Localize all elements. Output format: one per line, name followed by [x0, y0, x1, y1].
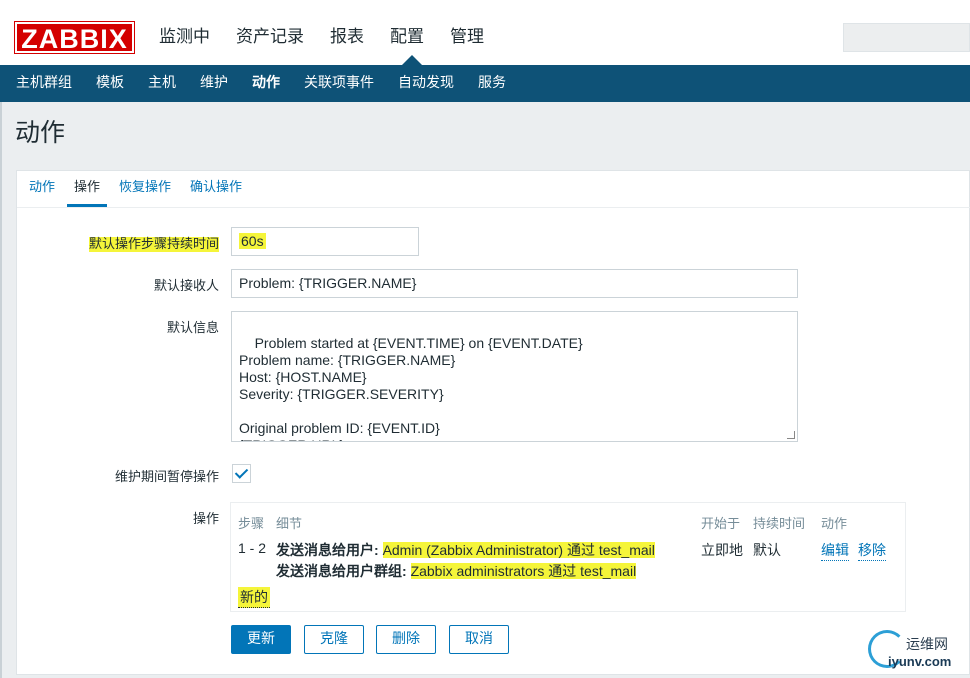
- row-detail-user: 发送消息给用户: Admin (Zabbix Administrator) 通过…: [276, 542, 655, 558]
- subnav-discovery[interactable]: 自动发现: [386, 65, 466, 102]
- active-menu-indicator: [402, 55, 422, 65]
- page-title: 动作: [15, 118, 66, 147]
- col-action: 动作: [821, 517, 848, 532]
- pause-checkbox[interactable]: [232, 464, 251, 483]
- row-duration: 默认: [753, 542, 781, 558]
- tab-operations[interactable]: 操作: [67, 171, 108, 207]
- zabbix-logo[interactable]: ZABBIX: [14, 21, 135, 54]
- row-steps: 1 - 2: [238, 540, 267, 556]
- pause-label: 维护期间暂停操作: [114, 470, 219, 485]
- subnav-actions[interactable]: 动作: [240, 65, 292, 102]
- menu-inventory[interactable]: 资产记录: [223, 25, 317, 49]
- main-menu: 监测中 资产记录 报表 配置 管理: [146, 25, 497, 49]
- menu-configuration[interactable]: 配置: [377, 25, 437, 49]
- menu-reports[interactable]: 报表: [317, 25, 377, 49]
- clone-button[interactable]: 克隆: [304, 625, 364, 654]
- operations-table: 步骤 细节 开始于 持续时间 动作 1 - 2 发送消息给用户: Admin (…: [230, 502, 906, 612]
- subject-input[interactable]: Problem: {TRIGGER.NAME}: [231, 269, 798, 298]
- tab-recovery-operations[interactable]: 恢复操作: [112, 171, 178, 207]
- col-start-in: 开始于: [701, 517, 741, 532]
- delete-button[interactable]: 删除: [376, 625, 436, 654]
- row-start-in: 立即地: [701, 542, 743, 558]
- subject-label: 默认接收人: [153, 279, 219, 294]
- menu-administration[interactable]: 管理: [437, 25, 497, 49]
- form-tabs: 动作 操作 恢复操作 确认操作: [17, 171, 970, 208]
- update-button[interactable]: 更新: [231, 625, 291, 654]
- tab-acknowledge-operations[interactable]: 确认操作: [183, 171, 249, 207]
- subnav-hosts[interactable]: 主机: [136, 65, 188, 102]
- step-duration-label: 默认操作步骤持续时间: [88, 237, 219, 252]
- operations-label: 操作: [192, 512, 219, 527]
- col-steps: 步骤: [238, 517, 265, 532]
- watermark: 运维网 iyunv.com: [862, 628, 970, 678]
- edit-operation-link[interactable]: 编辑: [821, 540, 849, 561]
- subnav-services[interactable]: 服务: [466, 65, 518, 102]
- subnav-correlation[interactable]: 关联项事件: [292, 65, 386, 102]
- new-operation-link[interactable]: 新的: [238, 587, 270, 608]
- tab-action[interactable]: 动作: [22, 171, 62, 207]
- top-header: ZABBIX 监测中 资产记录 报表 配置 管理: [0, 0, 970, 65]
- menu-monitoring[interactable]: 监测中: [146, 25, 223, 49]
- cancel-button[interactable]: 取消: [449, 625, 509, 654]
- action-form-panel: 动作 操作 恢复操作 确认操作 默认操作步骤持续时间 60s 默认接收人 Pro…: [16, 170, 970, 675]
- subnav-maintenance[interactable]: 维护: [188, 65, 240, 102]
- step-duration-value: 60s: [239, 233, 266, 249]
- page-left-border: [0, 102, 2, 678]
- check-icon: [234, 465, 249, 479]
- col-duration: 持续时间: [753, 517, 806, 532]
- sub-navigation: 主机群组 模板 主机 维护 动作 关联项事件 自动发现 服务: [0, 65, 970, 102]
- message-text: Problem started at {EVENT.TIME} on {EVEN…: [239, 335, 583, 441]
- search-input[interactable]: [843, 23, 970, 52]
- subnav-templates[interactable]: 模板: [84, 65, 136, 102]
- row-detail-group: 发送消息给用户群组: Zabbix administrators 通过 test…: [276, 563, 637, 579]
- col-details: 细节: [276, 517, 303, 532]
- resize-handle[interactable]: [787, 431, 795, 439]
- message-textarea[interactable]: Problem started at {EVENT.TIME} on {EVEN…: [231, 311, 798, 442]
- subnav-host-groups[interactable]: 主机群组: [4, 65, 84, 102]
- step-duration-input[interactable]: 60s: [231, 227, 419, 256]
- remove-operation-link[interactable]: 移除: [858, 540, 886, 561]
- message-label: 默认信息: [166, 321, 219, 336]
